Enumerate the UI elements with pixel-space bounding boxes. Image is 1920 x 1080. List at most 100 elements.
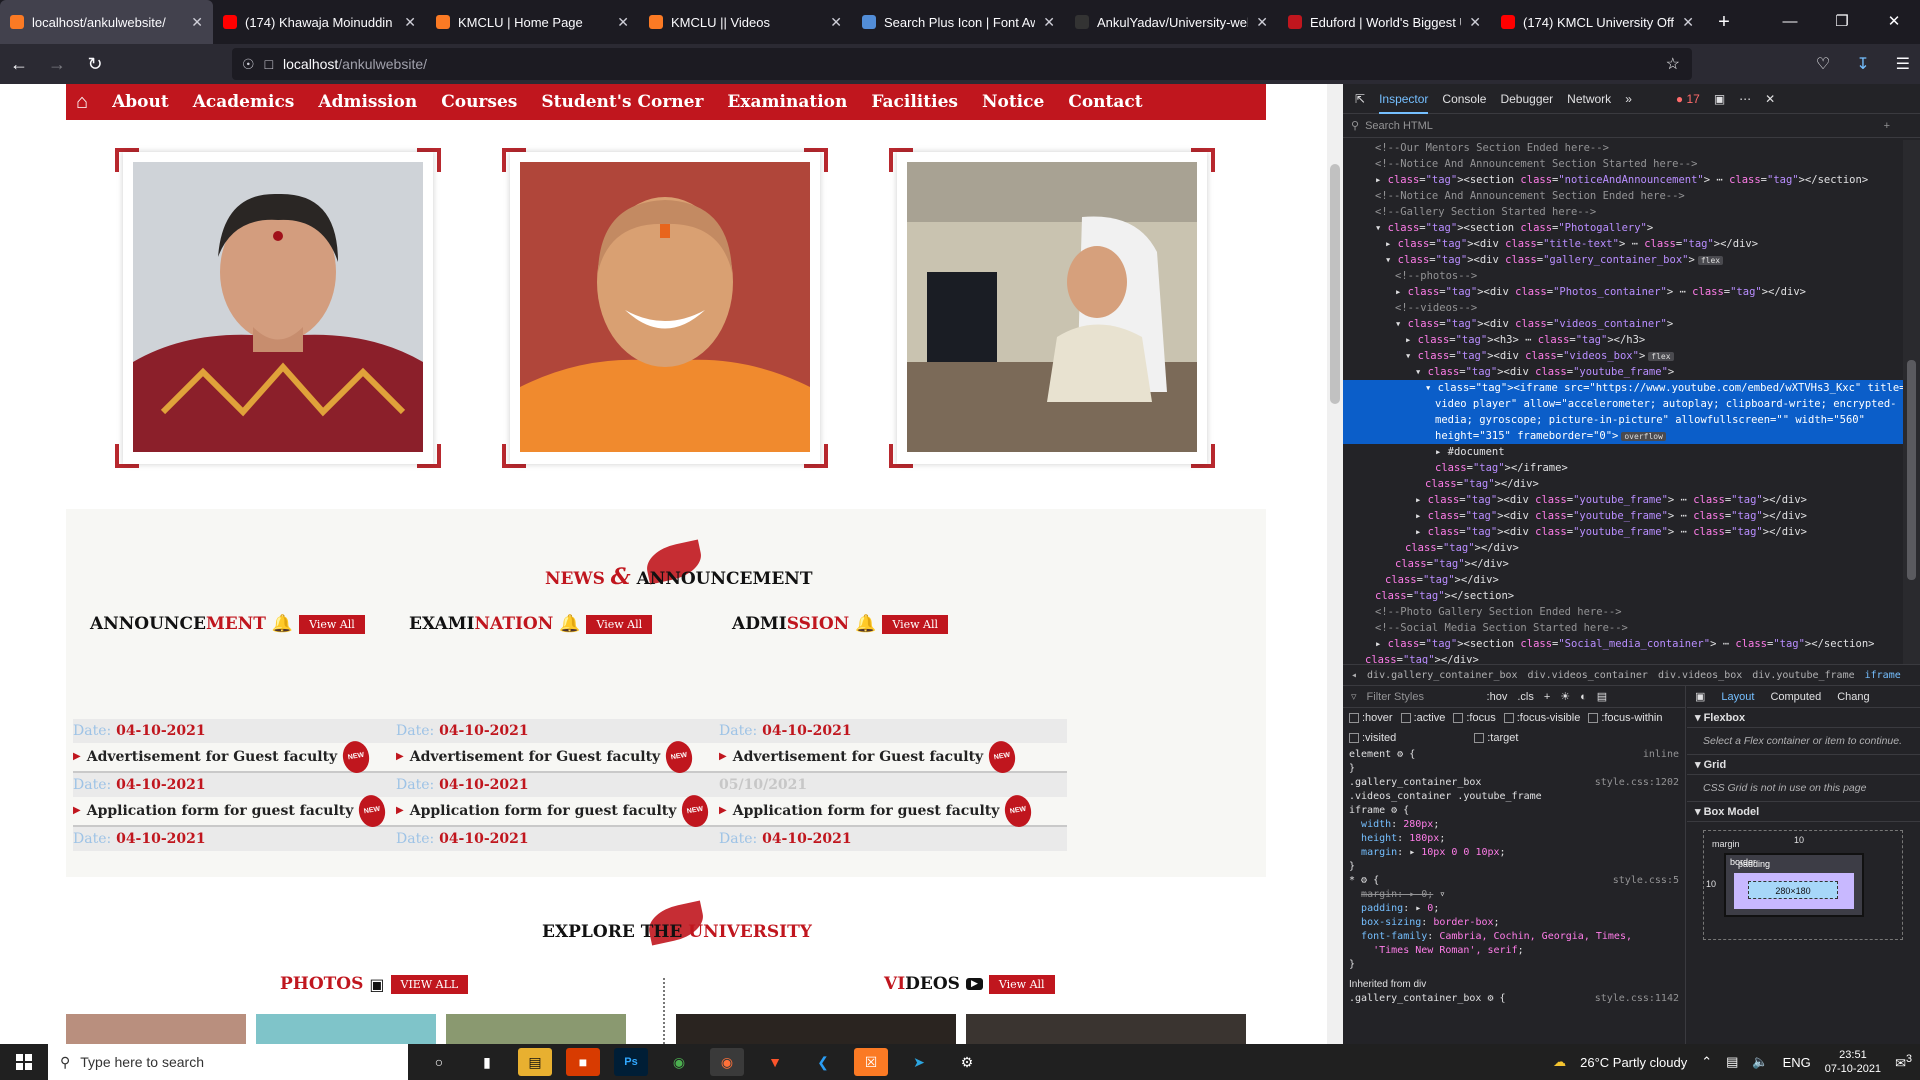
- menu-item-admission[interactable]: Admission: [318, 92, 417, 112]
- office-icon[interactable]: ■: [566, 1048, 600, 1076]
- tab-inspector[interactable]: Inspector: [1379, 92, 1429, 114]
- boxmodel-heading[interactable]: ▾ Box Model: [1687, 802, 1920, 822]
- html-tree-node[interactable]: ▸ class="tag"><div class="youtube_frame"…: [1343, 492, 1903, 508]
- task-view-icon[interactable]: ▮: [470, 1048, 504, 1076]
- layout-toggle-icon[interactable]: ▣: [1695, 690, 1705, 703]
- back-button[interactable]: ←: [0, 54, 38, 75]
- gallery-video-thumb[interactable]: [966, 1014, 1246, 1044]
- pick-element-icon[interactable]: ⇱: [1355, 92, 1365, 106]
- news-item-link[interactable]: ▶ Advertisement for Guest faculty NEW: [73, 738, 421, 776]
- tab-close-icon[interactable]: ✕: [1256, 14, 1268, 31]
- html-tree-node[interactable]: height="315" frameborder="0"> overflow: [1343, 428, 1903, 444]
- notification-icon[interactable]: ✉3: [1895, 1053, 1912, 1071]
- pseudo-class-checkbox[interactable]: :focus-visible: [1503, 712, 1580, 724]
- browser-tab-5[interactable]: Search Plus Icon | Font Awesc ✕: [852, 0, 1065, 44]
- tab-close-icon[interactable]: ✕: [191, 14, 203, 31]
- home-icon[interactable]: ⌂: [76, 91, 88, 114]
- browser-tab-1[interactable]: localhost/ankulwebsite/ ✕: [0, 0, 213, 44]
- news-item-link[interactable]: ▶ Application form for guest faculty NEW: [396, 792, 744, 830]
- breadcrumb-item[interactable]: div.videos_container: [1528, 670, 1648, 681]
- html-tree-scrollbar[interactable]: [1903, 140, 1920, 664]
- firefox-icon[interactable]: ◉: [710, 1048, 744, 1076]
- html-tree-node[interactable]: ▸ class="tag"><h3> ⋯ class="tag"></h3>: [1343, 332, 1903, 348]
- tab-close-icon[interactable]: ✕: [830, 14, 842, 31]
- html-tree-node[interactable]: class="tag"></section>: [1343, 588, 1903, 604]
- language-indicator[interactable]: ENG: [1783, 1055, 1811, 1070]
- browser-tab-7[interactable]: Eduford | World's Biggest Uni ✕: [1278, 0, 1491, 44]
- html-tree-node[interactable]: <!--Gallery Section Started here-->: [1343, 204, 1903, 220]
- light-theme-icon[interactable]: ☀: [1560, 690, 1570, 703]
- html-tree-node[interactable]: ▸ class="tag"><div class="title-text"> ⋯…: [1343, 236, 1903, 252]
- taskbar-search-input[interactable]: ⚲ Type here to search: [48, 1044, 408, 1080]
- restore-icon[interactable]: ❐: [1816, 0, 1868, 44]
- taskbar-clock[interactable]: 23:51 07-10-2021: [1825, 1048, 1881, 1076]
- minimize-icon[interactable]: —: [1764, 0, 1816, 44]
- html-tree-node[interactable]: class="tag"></div>: [1343, 556, 1903, 572]
- tab-close-icon[interactable]: ✕: [404, 14, 416, 31]
- cls-toggle[interactable]: .cls: [1517, 691, 1534, 703]
- tab-changes[interactable]: Chang: [1837, 691, 1869, 703]
- tab-close-icon[interactable]: ✕: [1682, 14, 1694, 31]
- html-tree-node[interactable]: class="tag"></div>: [1343, 572, 1903, 588]
- view-all-button[interactable]: View All: [586, 614, 653, 634]
- pseudo-class-checkbox[interactable]: :focus: [1453, 712, 1496, 724]
- menu-item-courses[interactable]: Courses: [441, 92, 517, 112]
- view-all-button[interactable]: View All: [882, 614, 949, 634]
- flexbox-heading[interactable]: ▾ Flexbox: [1687, 708, 1920, 728]
- gallery-photo-thumb[interactable]: [256, 1014, 436, 1044]
- breadcrumb-back-icon[interactable]: ◂: [1351, 670, 1357, 681]
- star-icon[interactable]: ☆: [1666, 54, 1680, 74]
- tab-layout[interactable]: Layout: [1721, 691, 1754, 703]
- html-tree-node[interactable]: ▾ class="tag"><div class="videos_contain…: [1343, 316, 1903, 332]
- add-node-icon[interactable]: +: [1884, 120, 1890, 132]
- photoshop-icon[interactable]: Ps: [614, 1048, 648, 1076]
- grid-heading[interactable]: ▾ Grid: [1687, 755, 1920, 775]
- html-tree-node[interactable]: <!--Notice And Announcement Section Ende…: [1343, 188, 1903, 204]
- tab-computed[interactable]: Computed: [1770, 691, 1821, 703]
- html-search-input[interactable]: ⚲ Search HTML +: [1343, 114, 1920, 138]
- menu-item-notice[interactable]: Notice: [982, 92, 1044, 112]
- tab-debugger[interactable]: Debugger: [1500, 92, 1553, 106]
- html-tree-node[interactable]: class="tag"></div>: [1343, 652, 1903, 664]
- tab-network[interactable]: Network: [1567, 92, 1611, 106]
- photos-view-all-button[interactable]: VIEW ALL: [390, 974, 469, 994]
- html-tree-node[interactable]: ▸ class="tag"><section class="Social_med…: [1343, 636, 1903, 652]
- download-icon[interactable]: ↧: [1856, 54, 1869, 74]
- volume-icon[interactable]: 🔈: [1752, 1054, 1768, 1070]
- html-tree-node[interactable]: media; gyroscope; picture-in-picture" al…: [1343, 412, 1903, 428]
- breadcrumb-item[interactable]: iframe: [1865, 670, 1901, 681]
- html-tree-node[interactable]: <!--Social Media Section Started here-->: [1343, 620, 1903, 636]
- url-bar[interactable]: ☉ □ localhost/ankulwebsite/ ☆: [232, 48, 1692, 80]
- browser-tab-4[interactable]: KMCLU || Videos ✕: [639, 0, 852, 44]
- html-tree-node[interactable]: class="tag"></iframe>: [1343, 460, 1903, 476]
- browser-tab-8[interactable]: (174) KMCL University Official ✕: [1491, 0, 1704, 44]
- pseudo-class-checkbox[interactable]: :target: [1474, 732, 1518, 744]
- hov-toggle[interactable]: :hov: [1487, 691, 1508, 703]
- dock-icon[interactable]: ▣: [1714, 92, 1725, 106]
- gallery-photo-thumb[interactable]: [66, 1014, 246, 1044]
- chrome-icon[interactable]: ◉: [662, 1048, 696, 1076]
- html-tree-node[interactable]: ▸ class="tag"><section class="noticeAndA…: [1343, 172, 1903, 188]
- more-tabs-icon[interactable]: »: [1625, 92, 1632, 106]
- gallery-video-thumb[interactable]: [676, 1014, 956, 1044]
- reload-button[interactable]: ↻: [76, 54, 114, 75]
- dark-theme-icon[interactable]: ◐: [1580, 691, 1587, 703]
- gallery-photo-thumb[interactable]: [446, 1014, 626, 1044]
- window-close-icon[interactable]: ✕: [1868, 0, 1920, 44]
- vscode-icon[interactable]: ❮: [806, 1048, 840, 1076]
- html-tree-node[interactable]: <!--Photo Gallery Section Ended here-->: [1343, 604, 1903, 620]
- menu-item-examination[interactable]: Examination: [727, 92, 847, 112]
- file-explorer-icon[interactable]: ▤: [518, 1048, 552, 1076]
- html-tree-node[interactable]: class="tag"></div>: [1343, 476, 1903, 492]
- breadcrumb-item[interactable]: div.youtube_frame: [1752, 670, 1854, 681]
- news-item-link[interactable]: ▶ Advertisement for Guest faculty NEW: [719, 738, 1067, 776]
- menu-item-student-s-corner[interactable]: Student's Corner: [541, 92, 703, 112]
- new-tab-button[interactable]: +: [1704, 11, 1744, 34]
- menu-item-academics[interactable]: Academics: [193, 92, 295, 112]
- html-tree-node[interactable]: ▸ class="tag"><div class="Photos_contain…: [1343, 284, 1903, 300]
- print-icon[interactable]: ▤: [1597, 690, 1607, 703]
- html-tree-node[interactable]: ▾ class="tag"><div class="youtube_frame"…: [1343, 364, 1903, 380]
- html-tree-node[interactable]: ▾ class="tag"><section class="Photogalle…: [1343, 220, 1903, 236]
- pseudo-class-checkbox[interactable]: :visited: [1349, 732, 1396, 744]
- add-rule-icon[interactable]: +: [1544, 691, 1550, 703]
